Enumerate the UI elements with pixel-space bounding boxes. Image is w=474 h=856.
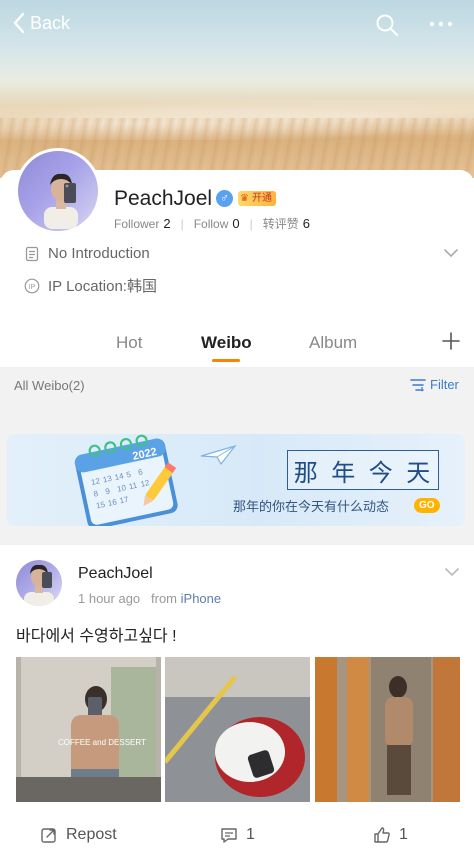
photo-caption: COFFEE and DESSERT bbox=[58, 738, 146, 747]
back-button[interactable]: Back bbox=[12, 12, 70, 34]
photo-street-bag bbox=[165, 657, 310, 802]
like-count: 1 bbox=[399, 826, 408, 843]
chevron-down-icon[interactable] bbox=[443, 248, 459, 258]
promo-title: 那 年 今 天 bbox=[287, 450, 439, 490]
post-author-name[interactable]: PeachJoel bbox=[78, 565, 153, 583]
post-photo[interactable]: COFFEE and DESSERT bbox=[16, 657, 161, 802]
search-icon[interactable] bbox=[375, 13, 399, 37]
follower-label[interactable]: Follower bbox=[114, 217, 159, 231]
follow-count[interactable]: 0 bbox=[232, 216, 239, 231]
post-photo[interactable] bbox=[315, 657, 460, 802]
repost-like-count: 6 bbox=[302, 216, 311, 231]
thumbs-up-icon bbox=[374, 827, 390, 843]
paper-plane-icon bbox=[200, 444, 237, 466]
calendar-icon: 2022 12 13 14 5 6 8 9 10 11 12 15 16 17 bbox=[74, 434, 178, 526]
ip-icon: IP bbox=[24, 278, 40, 293]
repost-icon bbox=[41, 828, 56, 843]
post-actions: Repost 1 1 bbox=[0, 818, 474, 856]
ip-location-text: IP Location:韩国 bbox=[48, 278, 157, 295]
weibo-filter-bar: All Weibo(2) Filter bbox=[0, 367, 474, 405]
top-nav-bar: Back bbox=[0, 0, 474, 50]
post-meta: 1 hour ago from iPhone bbox=[78, 591, 221, 606]
repost-like-label: 转评赞 bbox=[262, 217, 299, 231]
post-photo[interactable] bbox=[165, 657, 310, 802]
svg-text:IP: IP bbox=[29, 283, 36, 290]
avatar[interactable] bbox=[15, 148, 101, 234]
chevron-down-icon[interactable] bbox=[444, 567, 460, 577]
post-author-avatar[interactable] bbox=[16, 560, 62, 606]
post-time: 1 hour ago bbox=[78, 591, 141, 606]
post-text: 바다에서 수영하고싶다 ! bbox=[16, 628, 177, 645]
all-weibo-label[interactable]: All Weibo(2) bbox=[14, 378, 85, 393]
tab-weibo[interactable]: Weibo bbox=[201, 333, 252, 353]
comment-icon bbox=[221, 828, 237, 843]
go-button[interactable]: GO bbox=[414, 498, 440, 513]
promo-title-char: 今 bbox=[368, 458, 395, 487]
repost-label: Repost bbox=[66, 826, 117, 843]
document-icon bbox=[25, 246, 39, 261]
profile-name: PeachJoel bbox=[114, 187, 213, 210]
divider: | bbox=[249, 216, 253, 231]
intro-text: No Introduction bbox=[48, 245, 150, 262]
avatar-person-image bbox=[44, 173, 78, 229]
male-gender-icon: ♂ bbox=[216, 190, 233, 207]
more-icon[interactable] bbox=[428, 14, 454, 34]
vip-open-badge[interactable]: 开通 bbox=[238, 191, 276, 206]
promo-title-char: 年 bbox=[331, 458, 358, 487]
post-source: iPhone bbox=[180, 591, 222, 606]
tab-hot[interactable]: Hot bbox=[116, 333, 142, 353]
post-source-prefix: from bbox=[151, 591, 178, 606]
profile-stats: Follower 2 | Follow 0 | 转评赞 6 bbox=[114, 215, 320, 232]
photo-mirror-selfie: COFFEE and DESSERT bbox=[16, 657, 161, 802]
filter-icon bbox=[410, 378, 426, 391]
comment-button[interactable]: 1 bbox=[220, 826, 255, 844]
follower-count[interactable]: 2 bbox=[163, 216, 170, 231]
tab-album[interactable]: Album bbox=[309, 333, 357, 353]
profile-tabs: Hot Weibo Album bbox=[0, 325, 474, 367]
plus-icon[interactable] bbox=[441, 331, 461, 351]
repost-button[interactable]: Repost bbox=[40, 826, 117, 844]
intro-row[interactable]: No Introduction bbox=[24, 245, 150, 262]
promo-title-char: 天 bbox=[406, 458, 433, 487]
comment-count: 1 bbox=[246, 826, 255, 843]
divider: | bbox=[180, 216, 184, 231]
chevron-left-icon bbox=[13, 12, 25, 34]
back-label: Back bbox=[30, 12, 71, 33]
filter-button[interactable]: Filter bbox=[410, 377, 459, 392]
photo-door-reflection bbox=[315, 657, 460, 802]
filter-label: Filter bbox=[430, 377, 459, 392]
avatar-person-image bbox=[24, 564, 54, 606]
active-tab-indicator bbox=[212, 359, 240, 362]
promo-title-char: 那 bbox=[293, 458, 320, 487]
promo-subtitle: 那年的你在今天有什么动态 bbox=[233, 500, 390, 515]
follow-label[interactable]: Follow bbox=[194, 217, 229, 231]
on-this-day-banner[interactable]: 2022 12 13 14 5 6 8 9 10 11 12 15 16 17 那 年 今 天 那年… bbox=[7, 434, 465, 526]
ip-location-row: IP IP Location:韩国 bbox=[24, 275, 157, 296]
like-button[interactable]: 1 bbox=[373, 826, 408, 844]
